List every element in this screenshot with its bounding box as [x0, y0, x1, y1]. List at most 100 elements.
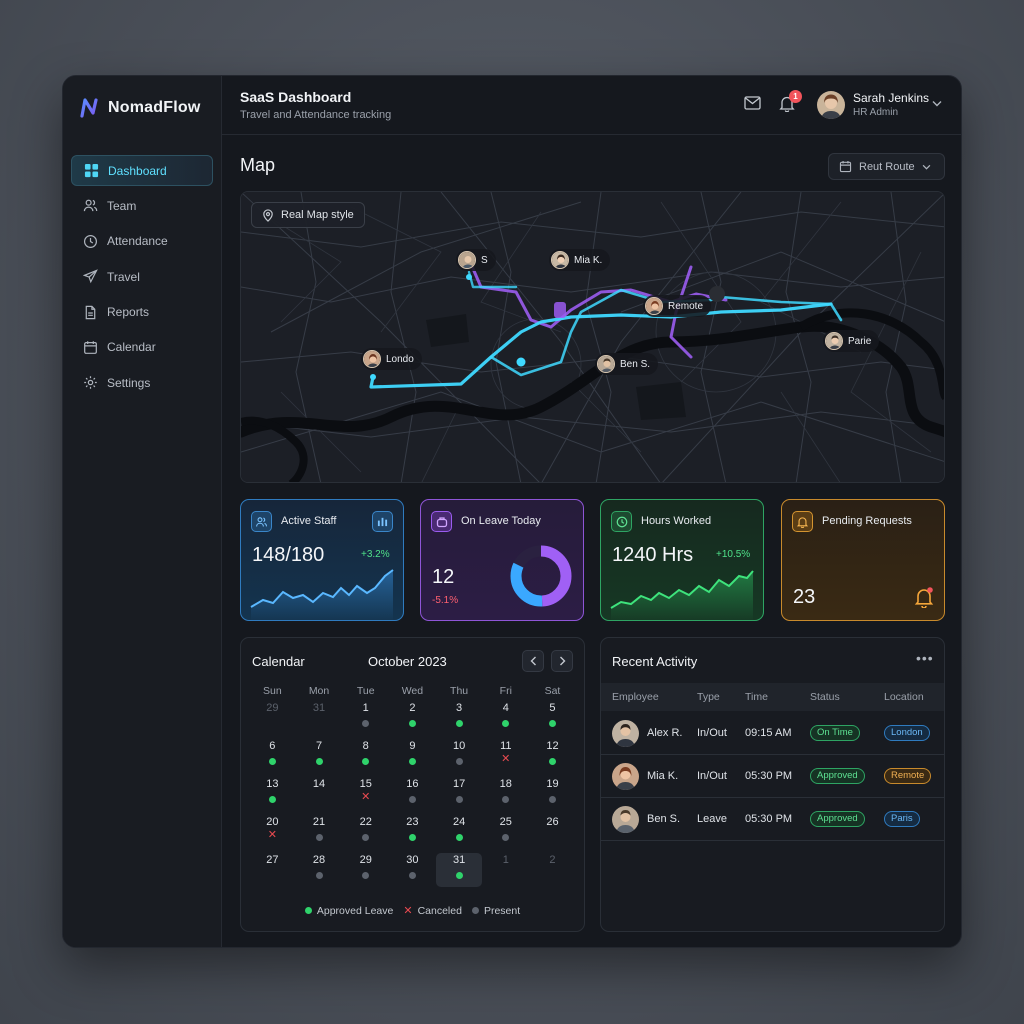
- chevron-down-icon[interactable]: [932, 100, 942, 107]
- calendar-day[interactable]: 4: [482, 701, 529, 735]
- calendar-day[interactable]: 9: [389, 739, 436, 773]
- calendar-day[interactable]: 2: [389, 701, 436, 735]
- calendar-day[interactable]: 28: [296, 853, 343, 887]
- calendar-day[interactable]: 17: [436, 777, 483, 811]
- calendar-day[interactable]: 6: [249, 739, 296, 773]
- calendar-day[interactable]: 19: [529, 777, 576, 811]
- calendar-day[interactable]: 10: [436, 739, 483, 773]
- column-header[interactable]: Location: [884, 691, 924, 703]
- bag-icon: [431, 511, 452, 532]
- sidebar-item-label: Dashboard: [108, 163, 167, 178]
- calendar-day-number: 8: [362, 740, 369, 752]
- weekday-label: Mon: [308, 685, 330, 697]
- calendar-day[interactable]: 15 ✕: [342, 777, 389, 811]
- grid-icon: [84, 163, 99, 178]
- stat-delta: +10.5%: [716, 549, 751, 560]
- stat-card-on-leave[interactable]: On Leave Today 12 -5.1%: [420, 499, 584, 621]
- calendar-day[interactable]: 1: [342, 701, 389, 735]
- map-view[interactable]: Real Map style S Mia K. Remote Londo Ben…: [240, 191, 945, 483]
- table-row[interactable]: Mia K. In/Out 05:30 PM Approved Remote: [601, 755, 944, 798]
- calendar-day[interactable]: 5: [529, 701, 576, 735]
- cell-employee: Alex R.: [647, 727, 683, 739]
- map-pin-mia[interactable]: Mia K.: [549, 249, 611, 271]
- calendar-day[interactable]: 16: [389, 777, 436, 811]
- mail-icon[interactable]: [744, 96, 761, 110]
- calendar-day[interactable]: 21: [296, 815, 343, 849]
- calendar-day[interactable]: 12: [529, 739, 576, 773]
- calendar-day-selected[interactable]: 31: [435, 853, 483, 887]
- calendar-day[interactable]: 22: [342, 815, 389, 849]
- avatar: [363, 350, 381, 368]
- location-badge: Paris: [884, 811, 920, 827]
- map-pin-s[interactable]: S: [456, 249, 496, 271]
- calendar-day[interactable]: 23: [389, 815, 436, 849]
- calendar-day-number: 9: [409, 740, 416, 752]
- calendar-day-number: 15: [359, 778, 372, 790]
- map-pin-ben[interactable]: Ben S.: [595, 353, 659, 375]
- column-header[interactable]: Type: [697, 691, 720, 703]
- location-badge: London: [884, 725, 930, 741]
- calendar-day[interactable]: 27: [249, 853, 296, 887]
- calendar-day[interactable]: 29: [249, 701, 296, 735]
- stat-card-pending-requests[interactable]: Pending Requests 23: [781, 499, 945, 621]
- sidebar-item-dashboard[interactable]: Dashboard: [71, 155, 213, 186]
- calendar-day-number: 2: [409, 702, 416, 714]
- sidebar-item-travel[interactable]: Travel: [71, 261, 213, 292]
- table-row[interactable]: Ben S. Leave 05:30 PM Approved Paris: [601, 798, 944, 841]
- sidebar-item-calendar[interactable]: Calendar: [71, 332, 213, 363]
- avatar: [825, 332, 843, 350]
- column-header[interactable]: Employee: [612, 691, 659, 703]
- sidebar-item-attendance[interactable]: Attendance: [71, 226, 213, 257]
- calendar-day[interactable]: 2: [529, 853, 576, 887]
- calendar-day[interactable]: 1: [482, 853, 529, 887]
- stat-card-hours-worked[interactable]: Hours Worked 1240 Hrs +10.5%: [600, 499, 764, 621]
- calendar-next-button[interactable]: [551, 650, 573, 672]
- more-options-icon[interactable]: •••: [916, 650, 934, 666]
- calendar-day[interactable]: 25: [482, 815, 529, 849]
- calendar-day[interactable]: 20 ✕: [249, 815, 296, 849]
- calendar-day[interactable]: 11 ✕: [482, 739, 529, 773]
- calendar-day-number: 24: [452, 816, 466, 828]
- calendar-day-number: 25: [499, 816, 512, 828]
- sidebar-item-team[interactable]: Team: [71, 190, 213, 221]
- calendar-day-number: 12: [546, 740, 559, 752]
- map-style-button[interactable]: Real Map style: [251, 202, 365, 228]
- bell-icon: [792, 511, 813, 532]
- calendar-day[interactable]: 24: [436, 815, 483, 849]
- map-pin-label: Remote: [668, 300, 704, 312]
- map-pin-parie[interactable]: Parie: [823, 330, 880, 352]
- calendar-panel: Calendar October 2023 Sun Mon Tue Wed Th…: [240, 637, 585, 932]
- calendar-prev-button[interactable]: [522, 650, 544, 672]
- user-role: HR Admin: [853, 107, 899, 118]
- calendar-day-number: 17: [452, 778, 466, 790]
- sidebar-item-reports[interactable]: Reports: [71, 297, 213, 328]
- calendar-day[interactable]: 8: [342, 739, 389, 773]
- calendar-icon: [839, 161, 852, 173]
- avatar: [551, 251, 569, 269]
- calendar-day[interactable]: 30: [389, 853, 436, 887]
- avatar[interactable]: [817, 91, 845, 119]
- column-header[interactable]: Time: [745, 691, 768, 703]
- legend-label: Present: [483, 904, 521, 917]
- calendar-day[interactable]: 14: [296, 777, 343, 811]
- calendar-day[interactable]: 29: [342, 853, 389, 887]
- bar-chart-icon[interactable]: [372, 511, 393, 532]
- approved-dot-icon: [455, 834, 463, 841]
- user-name[interactable]: Sarah Jenkins: [853, 91, 929, 105]
- route-select-button[interactable]: Reut Route: [828, 153, 945, 180]
- table-row[interactable]: Alex R. In/Out 09:15 AM On Time London: [601, 712, 944, 755]
- bell-alert-icon[interactable]: [913, 586, 935, 608]
- sidebar-item-settings[interactable]: Settings: [71, 367, 213, 398]
- calendar-day[interactable]: 3: [436, 701, 483, 735]
- column-header[interactable]: Status: [810, 691, 840, 703]
- calendar-day[interactable]: 13: [249, 777, 296, 811]
- calendar-day[interactable]: 26: [529, 815, 576, 849]
- brand[interactable]: NomadFlow: [79, 98, 200, 118]
- calendar-grid: Sun Mon Tue Wed Thu Fri Sat 29 31 1 2 3 4 5 6 7 8…: [249, 685, 576, 887]
- calendar-day[interactable]: 31: [296, 701, 343, 735]
- map-pin-londo[interactable]: Londo: [361, 348, 422, 370]
- calendar-day[interactable]: 18: [482, 777, 529, 811]
- stat-card-active-staff[interactable]: Active Staff 148/180 +3.2%: [240, 499, 404, 621]
- calendar-day[interactable]: 7: [296, 739, 343, 773]
- map-pin-remote[interactable]: Remote: [643, 295, 712, 317]
